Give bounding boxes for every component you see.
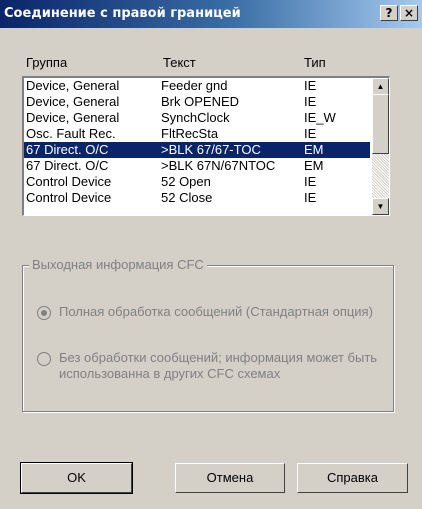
cell-type: IE_W bbox=[304, 110, 336, 125]
cell-group: Osc. Fault Rec. bbox=[26, 126, 116, 141]
cell-group: Control Device bbox=[26, 190, 112, 205]
cell-type: IE bbox=[304, 126, 317, 141]
ok-button[interactable]: OK bbox=[20, 462, 133, 494]
cell-text: 52 Close bbox=[161, 190, 213, 205]
output-info-groupbox: Выходная информация CFC Полная обработка… bbox=[22, 257, 394, 412]
cell-text: >BLK 67/67-TOC bbox=[161, 142, 261, 157]
cell-text: >BLK 67N/67NTOC bbox=[161, 158, 276, 173]
radio-checked-icon bbox=[37, 306, 51, 320]
vertical-scrollbar[interactable]: ▲ ▼ bbox=[372, 78, 389, 215]
cell-type: IE bbox=[304, 78, 317, 93]
cell-group: Control Device bbox=[26, 174, 112, 189]
radio-unchecked-icon bbox=[37, 352, 51, 366]
title-bar: Соединение с правой границей ? × bbox=[0, 0, 422, 28]
help-button[interactable]: Справка bbox=[297, 463, 408, 493]
close-button[interactable]: × bbox=[400, 5, 418, 21]
cell-text: SynchClock bbox=[161, 110, 230, 125]
radio-full-processing-label: Полная обработка сообщений (Стандартная … bbox=[59, 304, 373, 319]
cell-type: IE bbox=[304, 174, 317, 189]
cell-group: Device, General bbox=[26, 78, 120, 93]
list-row[interactable]: Osc. Fault Rec. FltRecSta IE bbox=[24, 126, 389, 142]
cell-group: Device, General bbox=[26, 94, 120, 109]
radio-no-processing-label: Без обработки сообщений; информация може… bbox=[59, 350, 378, 381]
column-header-type: Тип bbox=[304, 55, 326, 70]
signal-listbox[interactable]: Device, General Feeder gnd IE Device, Ge… bbox=[22, 76, 390, 216]
cell-group: 67 Direct. O/C bbox=[26, 158, 109, 173]
cell-group: 67 Direct. O/C bbox=[26, 142, 109, 157]
scroll-down-arrow-icon[interactable]: ▼ bbox=[372, 198, 389, 215]
groupbox-title: Выходная информация CFC bbox=[29, 257, 207, 272]
cell-text: Feeder gnd bbox=[161, 78, 228, 93]
help-title-button[interactable]: ? bbox=[380, 5, 398, 21]
cell-text: 52 Open bbox=[161, 174, 211, 189]
list-row[interactable]: Device, General Feeder gnd IE bbox=[24, 78, 389, 94]
cell-type: IE bbox=[304, 190, 317, 205]
cell-text: Brk OPENED bbox=[161, 94, 240, 109]
list-row[interactable]: Device, General Brk OPENED IE bbox=[24, 94, 389, 110]
list-row-selected[interactable]: 67 Direct. O/C >BLK 67/67-TOC EM bbox=[24, 142, 370, 158]
cancel-button[interactable]: Отмена bbox=[175, 463, 285, 493]
column-header-group: Группа bbox=[26, 55, 68, 70]
window-title: Соединение с правой границей bbox=[4, 6, 241, 21]
cell-text: FltRecSta bbox=[161, 126, 219, 141]
cell-type: EM bbox=[304, 158, 324, 173]
list-row[interactable]: Device, General SynchClock IE_W bbox=[24, 110, 389, 126]
scroll-thumb[interactable] bbox=[372, 94, 389, 154]
list-row[interactable]: Control Device 52 Open IE bbox=[24, 174, 389, 190]
list-row[interactable]: 67 Direct. O/C >BLK 67N/67NTOC EM bbox=[24, 158, 389, 174]
cell-group: Device, General bbox=[26, 110, 120, 125]
list-row[interactable]: Control Device 52 Close IE bbox=[24, 190, 389, 206]
scroll-up-arrow-icon[interactable]: ▲ bbox=[372, 78, 389, 95]
column-header-text: Текст bbox=[163, 55, 196, 70]
cell-type: EM bbox=[304, 142, 324, 157]
cell-type: IE bbox=[304, 94, 317, 109]
